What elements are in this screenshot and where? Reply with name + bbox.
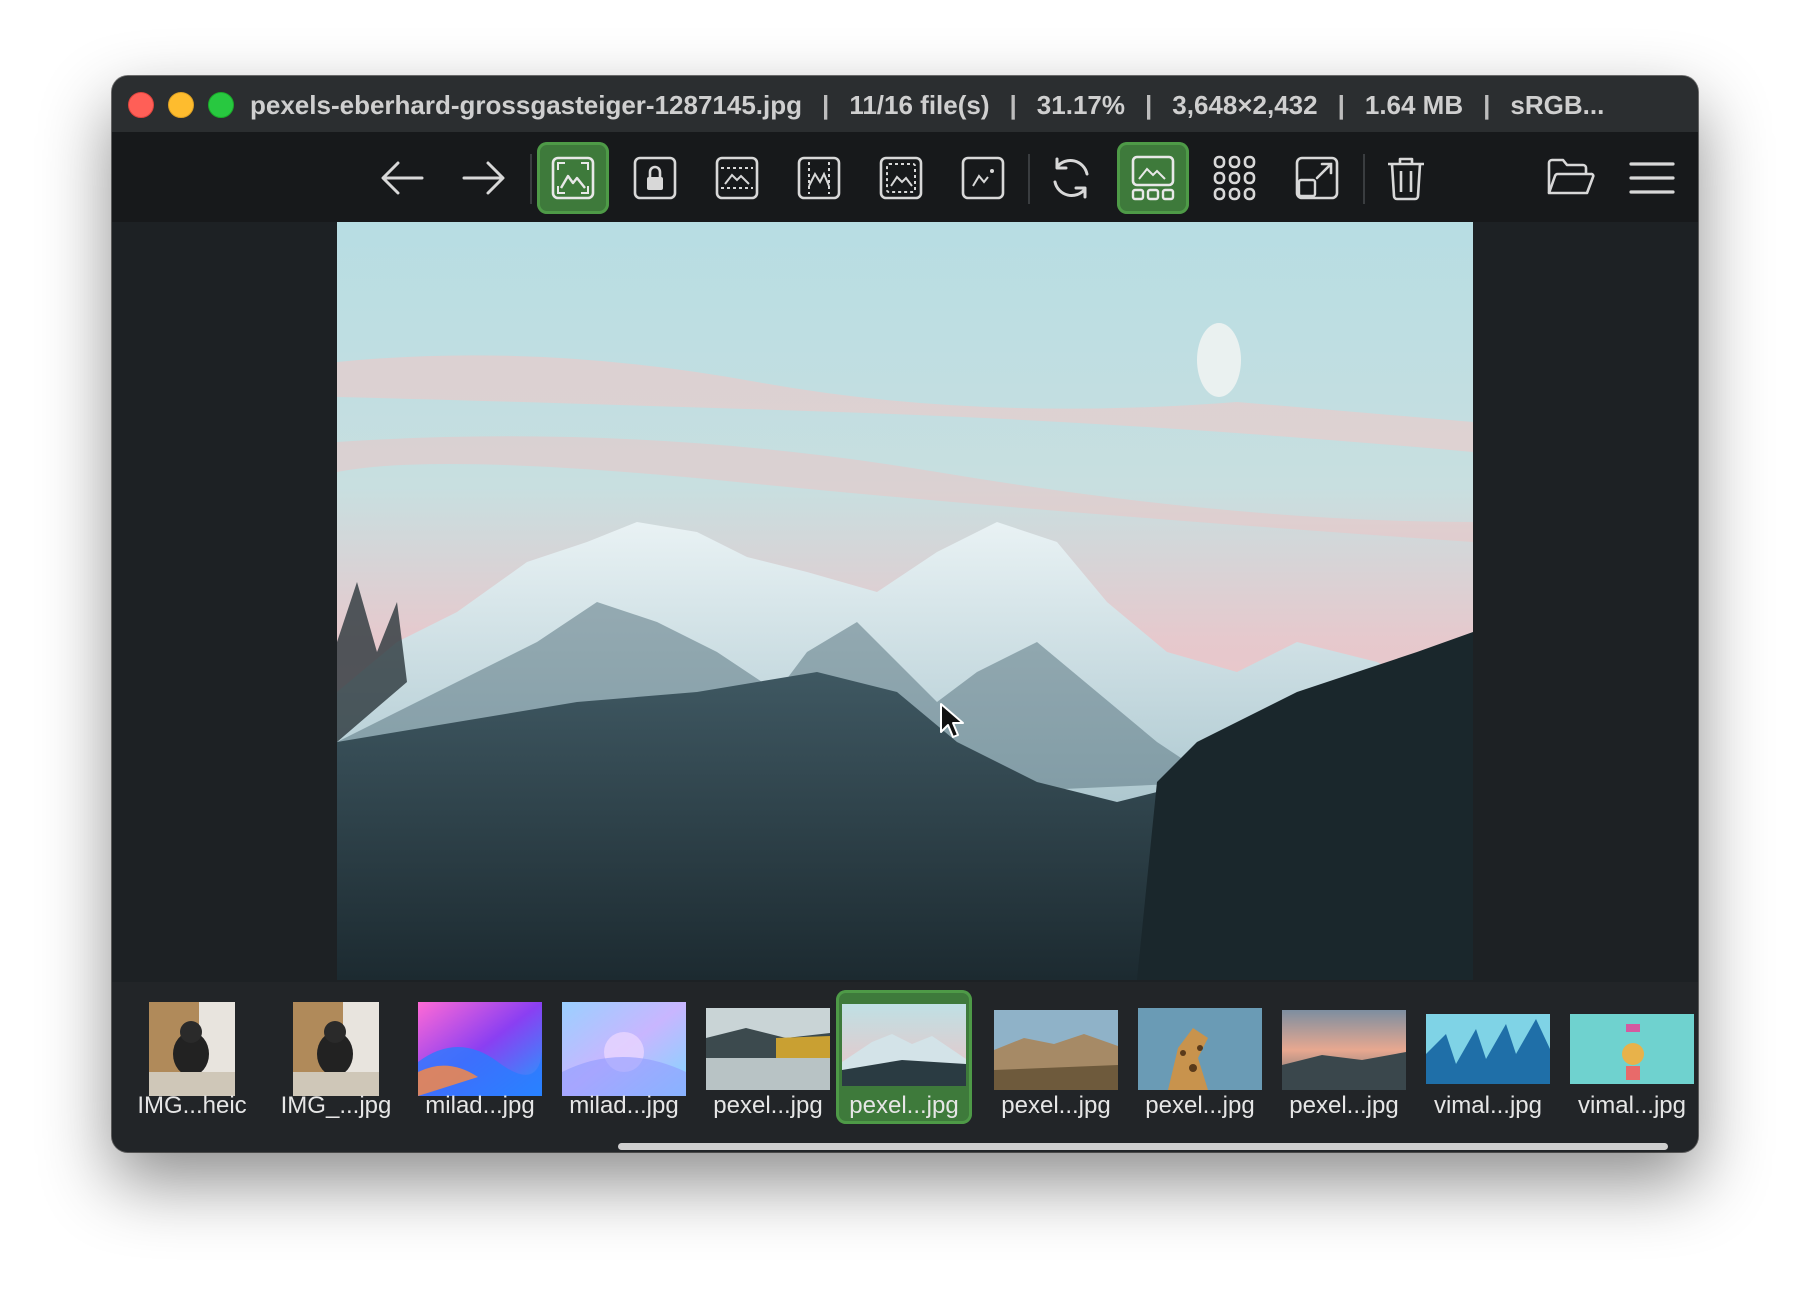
thumbnail-item[interactable]: milad...jpg: [556, 990, 692, 1124]
original-size-button[interactable]: [947, 142, 1019, 214]
title-file-count: 11/16 file(s): [849, 90, 990, 120]
thumbnail-strip[interactable]: IMG...heic IMG_...jpg milad...jpg milad.…: [112, 982, 1698, 1152]
title-separator: |: [1009, 90, 1017, 120]
thumbnail-item[interactable]: pexel...jpg: [988, 990, 1124, 1124]
main-photo[interactable]: [337, 222, 1473, 980]
title-separator: |: [1337, 90, 1345, 120]
maximize-window-button[interactable]: [208, 92, 234, 118]
back-button[interactable]: [366, 142, 438, 214]
scale-height-icon: [797, 156, 841, 200]
title-file-size: 1.64 MB: [1364, 90, 1464, 120]
fill-window-button[interactable]: [865, 142, 937, 214]
scale-width-icon: [715, 156, 759, 200]
fill-window-icon: [879, 156, 923, 200]
thumbnail-image: [1426, 1014, 1550, 1084]
title-zoom: 31.17%: [1036, 90, 1125, 120]
title-filename: pexels-eberhard-grossgasteiger-1287145.j…: [250, 90, 803, 120]
mountain-photo: [337, 222, 1473, 980]
main-menu-button[interactable]: [1616, 142, 1688, 214]
thumbnail-label: IMG_...jpg: [280, 1092, 392, 1119]
thumbnail-item[interactable]: milad...jpg: [412, 990, 548, 1124]
thumbnail-label: pexel...jpg: [713, 1092, 823, 1119]
thumbnail-item[interactable]: pexel...jpg: [700, 990, 836, 1124]
close-window-button[interactable]: [128, 92, 154, 118]
gallery-grid-button[interactable]: [1199, 142, 1271, 214]
thumbnail-label: pexel...jpg: [1145, 1092, 1255, 1119]
forward-arrow-icon: [462, 161, 505, 195]
thumbnail-label: milad...jpg: [425, 1092, 535, 1119]
original-size-icon: [961, 156, 1005, 200]
thumbnail-item[interactable]: pexel...jpg: [1276, 990, 1412, 1124]
thumbnail-label: vimal...jpg: [1577, 1092, 1687, 1119]
title-separator: |: [1144, 90, 1153, 120]
thumbnail-item[interactable]: IMG_...jpg: [268, 990, 404, 1124]
thumbnail-item-selected[interactable]: pexel...jpg: [836, 990, 972, 1124]
thumbnail-label: pexel...jpg: [1001, 1092, 1111, 1119]
thumbnail-image: [562, 1002, 686, 1096]
refresh-button[interactable]: [1035, 142, 1107, 214]
thumbnail-image: [994, 1010, 1118, 1090]
thumbnail-item[interactable]: pexel...jpg: [1132, 990, 1268, 1124]
mouse-cursor-icon: [940, 703, 964, 738]
fullscreen-icon: [1295, 156, 1339, 200]
thumbnail-item[interactable]: vimal...jpg: [1564, 990, 1698, 1124]
thumbnail-image: [1138, 1008, 1262, 1090]
thumbnail-image: [418, 1002, 542, 1096]
image-viewer[interactable]: [112, 222, 1698, 982]
title-dimensions: 3,648×2,432: [1172, 90, 1318, 120]
scale-to-width-button[interactable]: [701, 142, 773, 214]
thumbnail-image: [706, 1008, 830, 1090]
thumbnail-bar-button[interactable]: [1117, 142, 1189, 214]
lock-zoom-button[interactable]: [619, 142, 691, 214]
thumbnail-label: pexel...jpg: [849, 1092, 959, 1119]
title-color-profile: sRGB...: [1510, 90, 1605, 120]
delete-button[interactable]: [1370, 142, 1442, 214]
fullscreen-button[interactable]: [1281, 142, 1353, 214]
thumbnail-image: [149, 1002, 235, 1096]
toolbar-divider: [1028, 154, 1030, 204]
auto-zoom-icon: [551, 156, 595, 200]
horizontal-scrollbar[interactable]: [618, 1143, 1668, 1150]
open-folder-icon: [1547, 158, 1595, 195]
thumbnail-image: [842, 1004, 966, 1086]
thumbnail-label: milad...jpg: [569, 1092, 679, 1119]
open-folder-button[interactable]: [1534, 142, 1606, 214]
forward-button[interactable]: [448, 142, 520, 214]
thumbnail-label: vimal...jpg: [1433, 1092, 1543, 1119]
toolbar-divider: [1363, 154, 1365, 204]
app-window: pexels-eberhard-grossgasteiger-1287145.j…: [112, 76, 1698, 1152]
menu-icon: [1629, 162, 1675, 194]
refresh-icon: [1053, 157, 1089, 199]
auto-zoom-button[interactable]: [537, 142, 609, 214]
toolbar: [112, 132, 1698, 222]
thumbnail-image: [1570, 1014, 1694, 1084]
trash-icon: [1388, 157, 1424, 201]
title-separator: |: [822, 90, 830, 120]
title-separator: |: [1483, 90, 1491, 120]
lock-zoom-icon: [633, 156, 677, 200]
thumbnail-image: [1282, 1010, 1406, 1090]
back-arrow-icon: [381, 161, 424, 195]
thumbnail-item[interactable]: vimal...jpg: [1420, 990, 1556, 1124]
scale-to-height-button[interactable]: [783, 142, 855, 214]
thumbnail-label: IMG...heic: [137, 1092, 247, 1119]
thumbnail-bar-icon: [1131, 155, 1175, 201]
thumbnail-image: [293, 1002, 379, 1096]
minimize-window-button[interactable]: [168, 92, 194, 118]
thumbnail-label: pexel...jpg: [1289, 1092, 1399, 1119]
toolbar-divider: [530, 154, 532, 204]
thumbnail-item[interactable]: IMG...heic: [124, 990, 260, 1124]
title-bar[interactable]: pexels-eberhard-grossgasteiger-1287145.j…: [112, 76, 1698, 132]
window-title: pexels-eberhard-grossgasteiger-1287145.j…: [250, 90, 1690, 120]
gallery-grid-icon: [1213, 155, 1256, 201]
